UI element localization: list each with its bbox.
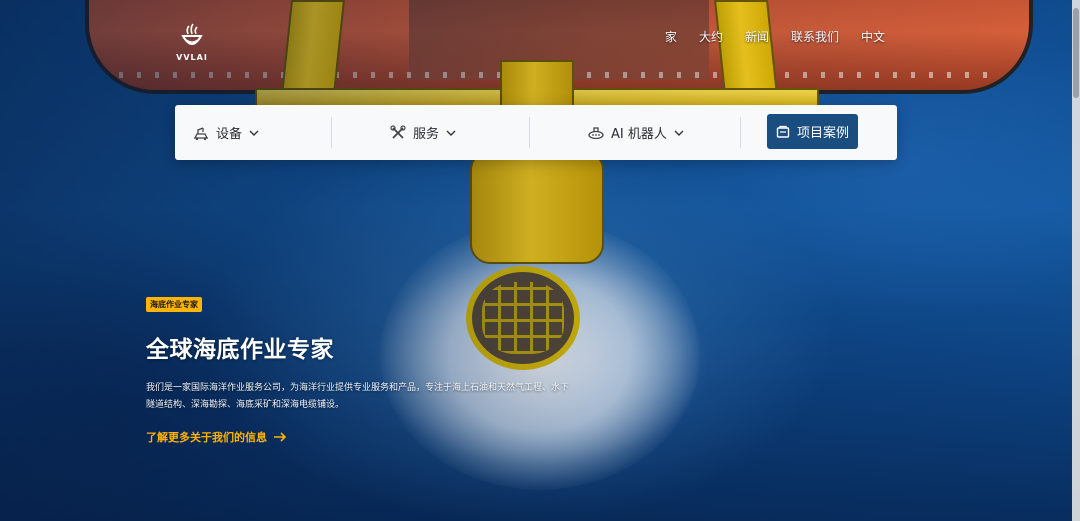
project-cases-button[interactable]: 项目案例 xyxy=(767,114,858,149)
menu-ai-robots[interactable]: AI 机器人 xyxy=(587,105,685,160)
scrollbar-thumb[interactable] xyxy=(1073,8,1079,98)
menu-services-label: 服务 xyxy=(413,127,440,142)
logo-icon xyxy=(181,23,203,45)
submarine-icon xyxy=(587,124,605,142)
arrow-right-icon xyxy=(274,432,287,442)
chevron-down-icon xyxy=(446,130,456,136)
folder-icon xyxy=(776,125,790,138)
tools-icon xyxy=(389,124,407,142)
menu-equipment[interactable]: 设备 xyxy=(192,105,260,160)
brand-logo[interactable]: VVLAI xyxy=(172,22,212,66)
nav-contact[interactable]: 联系我们 xyxy=(791,28,839,45)
main-menu-bar: 设备 服务 AI 机器人 项目案例 xyxy=(175,105,897,160)
menu-equipment-label: 设备 xyxy=(216,127,243,142)
project-cases-label: 项目案例 xyxy=(796,126,849,141)
nav-about[interactable]: 大约 xyxy=(699,28,723,45)
top-navigation: 家 大约 新闻 联系我们 中文 xyxy=(665,28,885,45)
menu-divider xyxy=(331,117,332,148)
nav-language[interactable]: 中文 xyxy=(861,28,885,45)
nav-home[interactable]: 家 xyxy=(665,28,677,45)
chevron-down-icon xyxy=(249,130,259,136)
crane-icon xyxy=(192,124,210,142)
chevron-down-icon xyxy=(674,130,684,136)
logo-text: VVLAI xyxy=(176,53,208,62)
nav-news[interactable]: 新闻 xyxy=(745,28,769,45)
menu-services[interactable]: 服务 xyxy=(389,105,457,160)
hero-title: 全球海底作业专家 xyxy=(146,337,334,363)
hero-description: 我们是一家国际海洋作业服务公司，为海洋行业提供专业服务和产品，专注于海上石油和天… xyxy=(146,383,570,410)
menu-divider xyxy=(740,117,741,148)
page-scrollbar[interactable] xyxy=(1072,0,1080,521)
menu-divider xyxy=(529,117,530,148)
learn-more-link[interactable]: 了解更多关于我们的信息 xyxy=(146,429,287,445)
learn-more-label: 了解更多关于我们的信息 xyxy=(146,431,267,444)
hero-badge: 海底作业专家 xyxy=(146,297,202,312)
menu-ai-robots-label: AI 机器人 xyxy=(611,127,667,142)
